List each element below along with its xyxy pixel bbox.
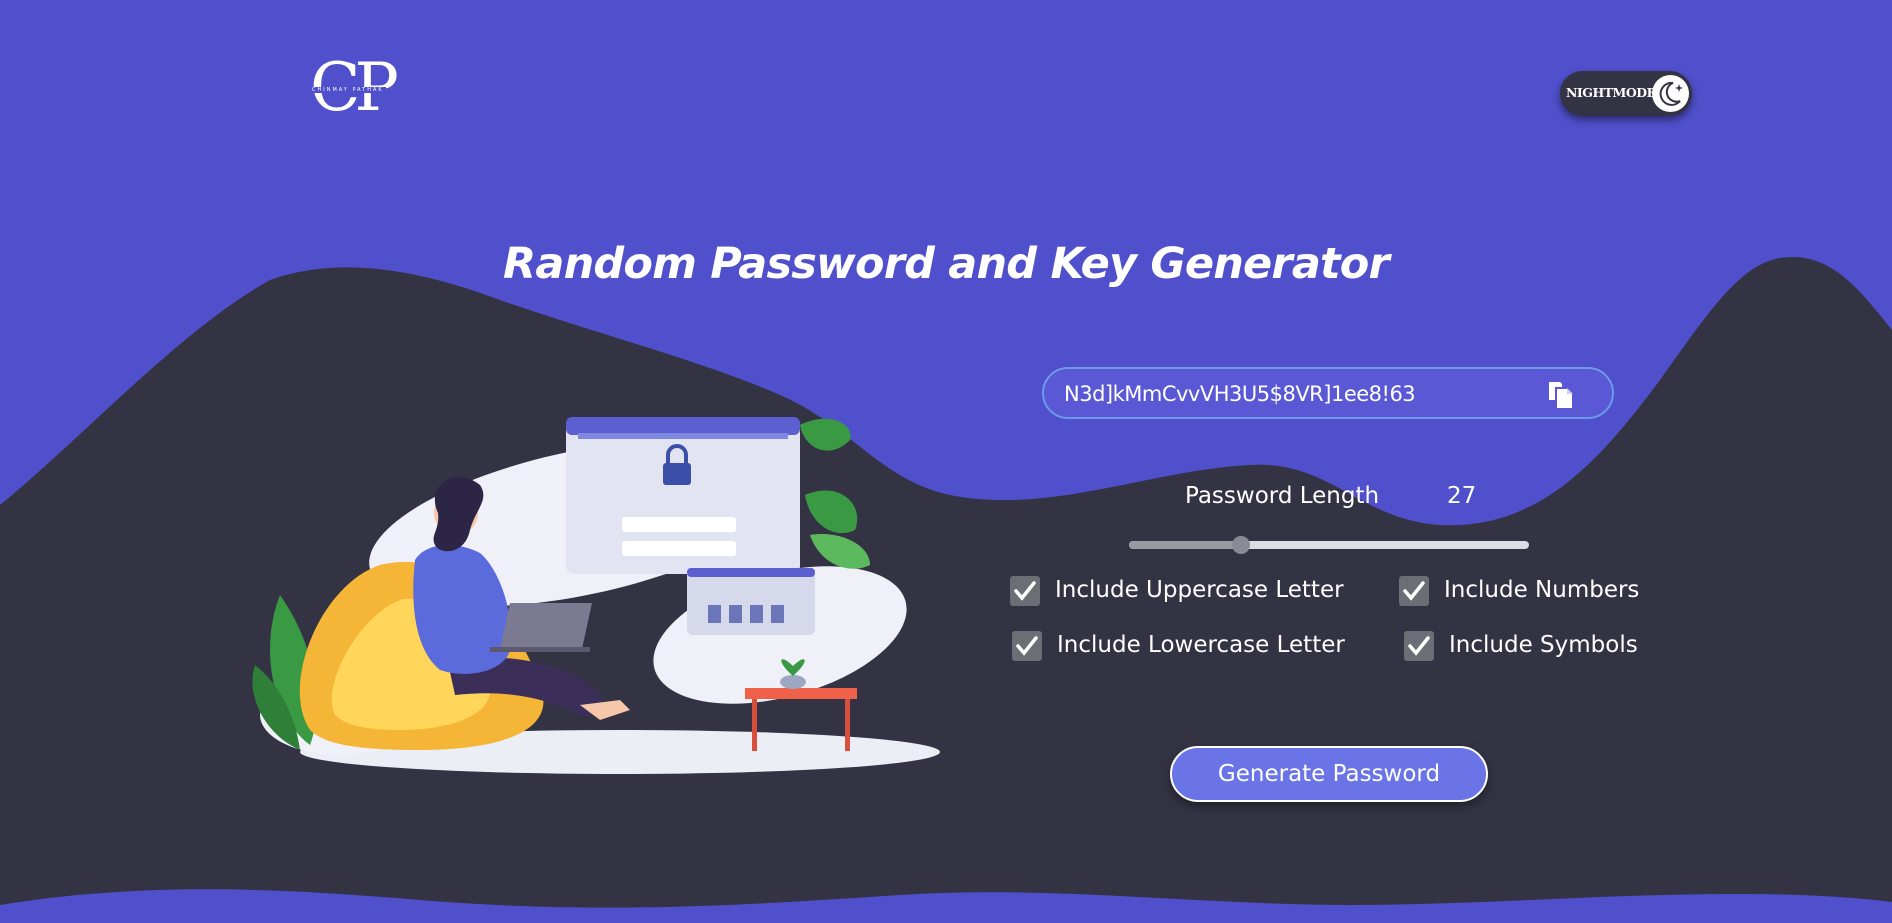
password-output[interactable] bbox=[1064, 382, 1534, 406]
nightmode-toggle[interactable]: NIGHTMODE bbox=[1560, 71, 1692, 116]
logo-tagline: CHINMAY PATHAK bbox=[310, 87, 386, 93]
option-symbols-label: Include Symbols bbox=[1449, 632, 1638, 658]
option-lowercase-label: Include Lowercase Letter bbox=[1057, 632, 1345, 658]
checkbox-lowercase[interactable] bbox=[1012, 631, 1042, 661]
generate-password-button[interactable]: Generate Password bbox=[1170, 746, 1488, 802]
password-field[interactable] bbox=[1042, 367, 1614, 419]
moon-stars-icon bbox=[1652, 75, 1689, 112]
slider-thumb[interactable] bbox=[1232, 536, 1250, 554]
checkbox-symbols[interactable] bbox=[1404, 631, 1434, 661]
nightmode-label: NIGHTMODE bbox=[1566, 85, 1656, 100]
option-numbers-label: Include Numbers bbox=[1444, 577, 1640, 603]
plant-right bbox=[800, 418, 870, 569]
password-length-label: Password Length bbox=[1185, 483, 1380, 509]
page-title: Random Password and Key Generator bbox=[503, 238, 1390, 289]
slider-fill bbox=[1129, 541, 1241, 549]
illustration bbox=[252, 417, 940, 774]
password-length-value: 27 bbox=[1447, 483, 1477, 509]
option-uppercase-label: Include Uppercase Letter bbox=[1055, 577, 1344, 603]
checkbox-uppercase[interactable] bbox=[1010, 576, 1040, 606]
checkbox-numbers[interactable] bbox=[1399, 576, 1429, 606]
copy-icon[interactable] bbox=[1544, 378, 1578, 412]
logo[interactable]: CP CHINMAY PATHAK bbox=[310, 52, 420, 124]
password-length-slider[interactable] bbox=[1129, 535, 1529, 555]
